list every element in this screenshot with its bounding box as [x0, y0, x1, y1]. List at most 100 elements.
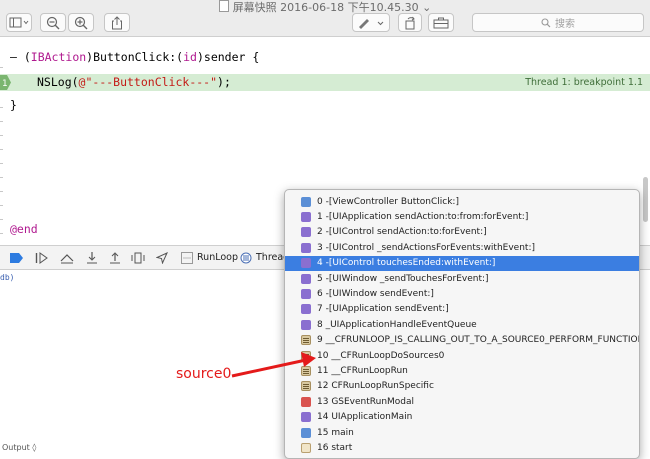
output-selector[interactable]: Output ◊ — [2, 443, 36, 452]
frame-sheet-icon — [301, 443, 311, 454]
annotation-label: source0 — [176, 366, 232, 382]
continue-icon — [35, 252, 48, 264]
frame-purple-icon — [301, 258, 311, 269]
simulate-location-button[interactable] — [155, 251, 169, 265]
console-prompt[interactable]: db) — [0, 273, 14, 282]
stack-frame-row[interactable]: 5 -[UIWindow _sendTouchesForEvent:] — [285, 271, 639, 286]
stack-frame-row[interactable]: 0 -[ViewController ButtonClick:] — [285, 194, 639, 209]
gutter-tick — [0, 233, 3, 234]
code-line-method-signature: – (IBAction)ButtonClick:(id)sender { — [10, 50, 260, 64]
frame-purple-icon — [301, 412, 311, 423]
svg-text:1: 1 — [2, 79, 8, 89]
stack-frame-row[interactable]: 15 main — [285, 425, 639, 440]
gutter-tick — [0, 177, 3, 178]
step-over-icon — [60, 254, 74, 264]
gutter-tick — [0, 219, 3, 220]
view-hierarchy-icon — [131, 252, 145, 264]
toolbox-button[interactable] — [428, 13, 454, 32]
gutter-tick — [0, 107, 3, 108]
gutter-tick — [0, 135, 3, 136]
zoom-in-button[interactable] — [68, 13, 94, 32]
frame-purple-icon — [301, 227, 311, 238]
editor-scrollbar[interactable] — [643, 177, 648, 222]
stack-frame-label: 3 -[UIControl _sendActionsForEvents:with… — [317, 242, 535, 253]
frame-purple-icon — [301, 212, 311, 223]
markup-button[interactable] — [352, 13, 390, 32]
rotate-icon — [405, 16, 415, 29]
stack-frame-label: 12 CFRunLoopRunSpecific — [317, 381, 434, 392]
breakpoint-marker-icon[interactable]: 1 — [0, 75, 12, 90]
code-line-closing-brace: } — [10, 98, 17, 112]
stack-frame-label: 15 main — [317, 427, 354, 438]
breadcrumb-runloop[interactable]: RunLoop — [197, 252, 238, 264]
stack-frame-row[interactable]: 8 _UIApplicationHandleEventQueue — [285, 317, 639, 332]
stack-frame-row-selected[interactable]: 4 -[UIControl touchesEnded:withEvent:] — [285, 255, 639, 271]
stack-frame-label: 16 start — [317, 443, 353, 454]
frame-lines-icon — [301, 335, 311, 346]
pen-icon — [359, 18, 384, 29]
sidebar-icon — [9, 17, 29, 28]
breakpoints-toggle-button[interactable] — [10, 251, 24, 265]
step-into-icon — [87, 252, 97, 264]
code-line-end: @end — [10, 222, 38, 236]
frame-purple-icon — [301, 289, 311, 300]
frame-lines-icon — [301, 381, 311, 392]
toolbox-icon — [433, 17, 449, 28]
stack-frame-row[interactable]: 11 __CFRunLoopRun — [285, 363, 639, 378]
share-button[interactable] — [104, 13, 130, 32]
continue-button[interactable] — [35, 251, 49, 265]
share-icon — [112, 15, 122, 29]
sidebar-toggle-button[interactable] — [6, 13, 32, 32]
stack-frame-row[interactable]: 1 -[UIApplication sendAction:to:from:for… — [285, 209, 639, 224]
frame-purple-icon — [301, 304, 311, 315]
stack-frame-row[interactable]: 3 -[UIControl _sendActionsForEvents:with… — [285, 240, 639, 255]
title-bar: 屏幕快照 2016-06-18 下午10.45.30 ⌄ 搜索 — [0, 0, 650, 37]
stack-frame-label: 10 __CFRunLoopDoSources0 — [317, 350, 445, 361]
stack-frame-label: 1 -[UIApplication sendAction:to:from:for… — [317, 212, 529, 223]
step-out-button[interactable] — [108, 251, 122, 265]
gutter-tick — [0, 205, 3, 206]
stack-frame-row[interactable]: 7 -[UIApplication sendEvent:] — [285, 302, 639, 317]
stack-frame-row[interactable]: 9 __CFRUNLOOP_IS_CALLING_OUT_TO_A_SOURCE… — [285, 333, 639, 348]
frame-purple-icon — [301, 319, 311, 330]
document-icon — [218, 0, 229, 12]
rotate-button[interactable] — [398, 13, 422, 32]
stack-frame-row[interactable]: 14 UIApplicationMain — [285, 410, 639, 425]
stack-frame-row[interactable]: 13 GSEventRunModal — [285, 394, 639, 409]
frame-person-icon — [301, 196, 311, 207]
code-line-nslog: NSLog(@"---ButtonClick---"); — [37, 75, 231, 89]
breakpoint-icon — [10, 253, 23, 263]
stack-frame-label: 5 -[UIWindow _sendTouchesForEvent:] — [317, 273, 489, 284]
stack-frame-label: 14 UIApplicationMain — [317, 412, 413, 423]
step-over-button[interactable] — [60, 251, 74, 265]
runloop-target-icon — [180, 251, 194, 265]
title-chevron-icon[interactable]: ⌄ — [422, 1, 431, 14]
breakpoint-thread-label: Thread 1: breakpoint 1.1 — [525, 77, 643, 88]
location-arrow-icon — [156, 252, 168, 264]
stack-frame-label: 7 -[UIApplication sendEvent:] — [317, 304, 449, 315]
zoom-in-icon — [74, 16, 88, 29]
stack-frame-label: 8 _UIApplicationHandleEventQueue — [317, 319, 477, 330]
zoom-out-icon — [46, 16, 60, 29]
search-field[interactable]: 搜索 — [472, 13, 644, 32]
frame-purple-icon — [301, 242, 311, 253]
gutter-tick — [0, 163, 3, 164]
zoom-out-button[interactable] — [40, 13, 66, 32]
stack-frame-row[interactable]: 6 -[UIWindow sendEvent:] — [285, 286, 639, 301]
stack-frame-row[interactable]: 2 -[UIControl sendAction:to:forEvent:] — [285, 225, 639, 240]
frame-purple-icon — [301, 273, 311, 284]
thread-icon — [239, 251, 253, 265]
stack-frame-row[interactable]: 10 __CFRunLoopDoSources0 — [285, 348, 639, 363]
view-debugger-button[interactable] — [131, 251, 145, 265]
step-into-button[interactable] — [85, 251, 99, 265]
stack-frame-label: 6 -[UIWindow sendEvent:] — [317, 289, 434, 300]
frame-lines-icon — [301, 366, 311, 377]
stack-frame-label: 4 -[UIControl touchesEnded:withEvent:] — [317, 258, 496, 269]
stack-frame-row[interactable]: 12 CFRunLoopRunSpecific — [285, 379, 639, 394]
stack-frame-label: 2 -[UIControl sendAction:to:forEvent:] — [317, 227, 487, 238]
search-placeholder: 搜索 — [555, 19, 575, 30]
frame-lines-icon — [301, 350, 311, 361]
window-title: 屏幕快照 2016-06-18 下午10.45.30 ⌄ — [0, 0, 650, 14]
frame-person-icon — [301, 427, 311, 438]
stack-frame-row[interactable]: 16 start — [285, 440, 639, 455]
